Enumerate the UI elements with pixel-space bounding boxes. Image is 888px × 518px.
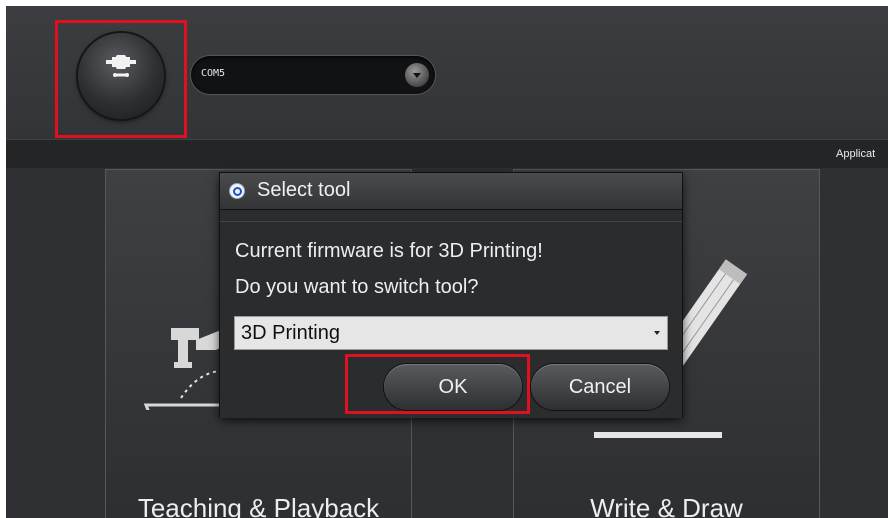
dialog-title: Select tool	[257, 179, 351, 201]
dialog-message-line2: Do you want to switch tool?	[235, 276, 479, 298]
chevron-down-icon[interactable]	[405, 63, 429, 87]
toolbar: COM5	[6, 6, 888, 139]
port-select-value: COM5	[201, 68, 226, 79]
dropdown-arrow-icon[interactable]	[654, 331, 660, 335]
dialog-message-line1: Current firmware is for 3D Printing!	[235, 240, 543, 262]
card-label: Teaching & Playback	[137, 493, 380, 518]
ok-button-highlight	[345, 354, 530, 414]
app-logo-icon	[230, 184, 244, 198]
tool-select[interactable]: 3D Printing	[234, 316, 668, 350]
port-select[interactable]: COM5	[191, 56, 435, 94]
dialog-title-bar[interactable]: Select tool	[220, 173, 682, 210]
tool-select-value: 3D Printing	[241, 322, 340, 344]
connect-button-highlight	[55, 20, 187, 138]
cancel-button[interactable]: Cancel	[531, 364, 669, 410]
menu-item-application[interactable]: Applicat	[836, 148, 875, 160]
menu-bar: Applicat	[6, 139, 888, 168]
card-label: Write & Draw	[590, 493, 743, 518]
app-window: COM5 Applicat Teaching & Playback Write …	[6, 6, 888, 518]
